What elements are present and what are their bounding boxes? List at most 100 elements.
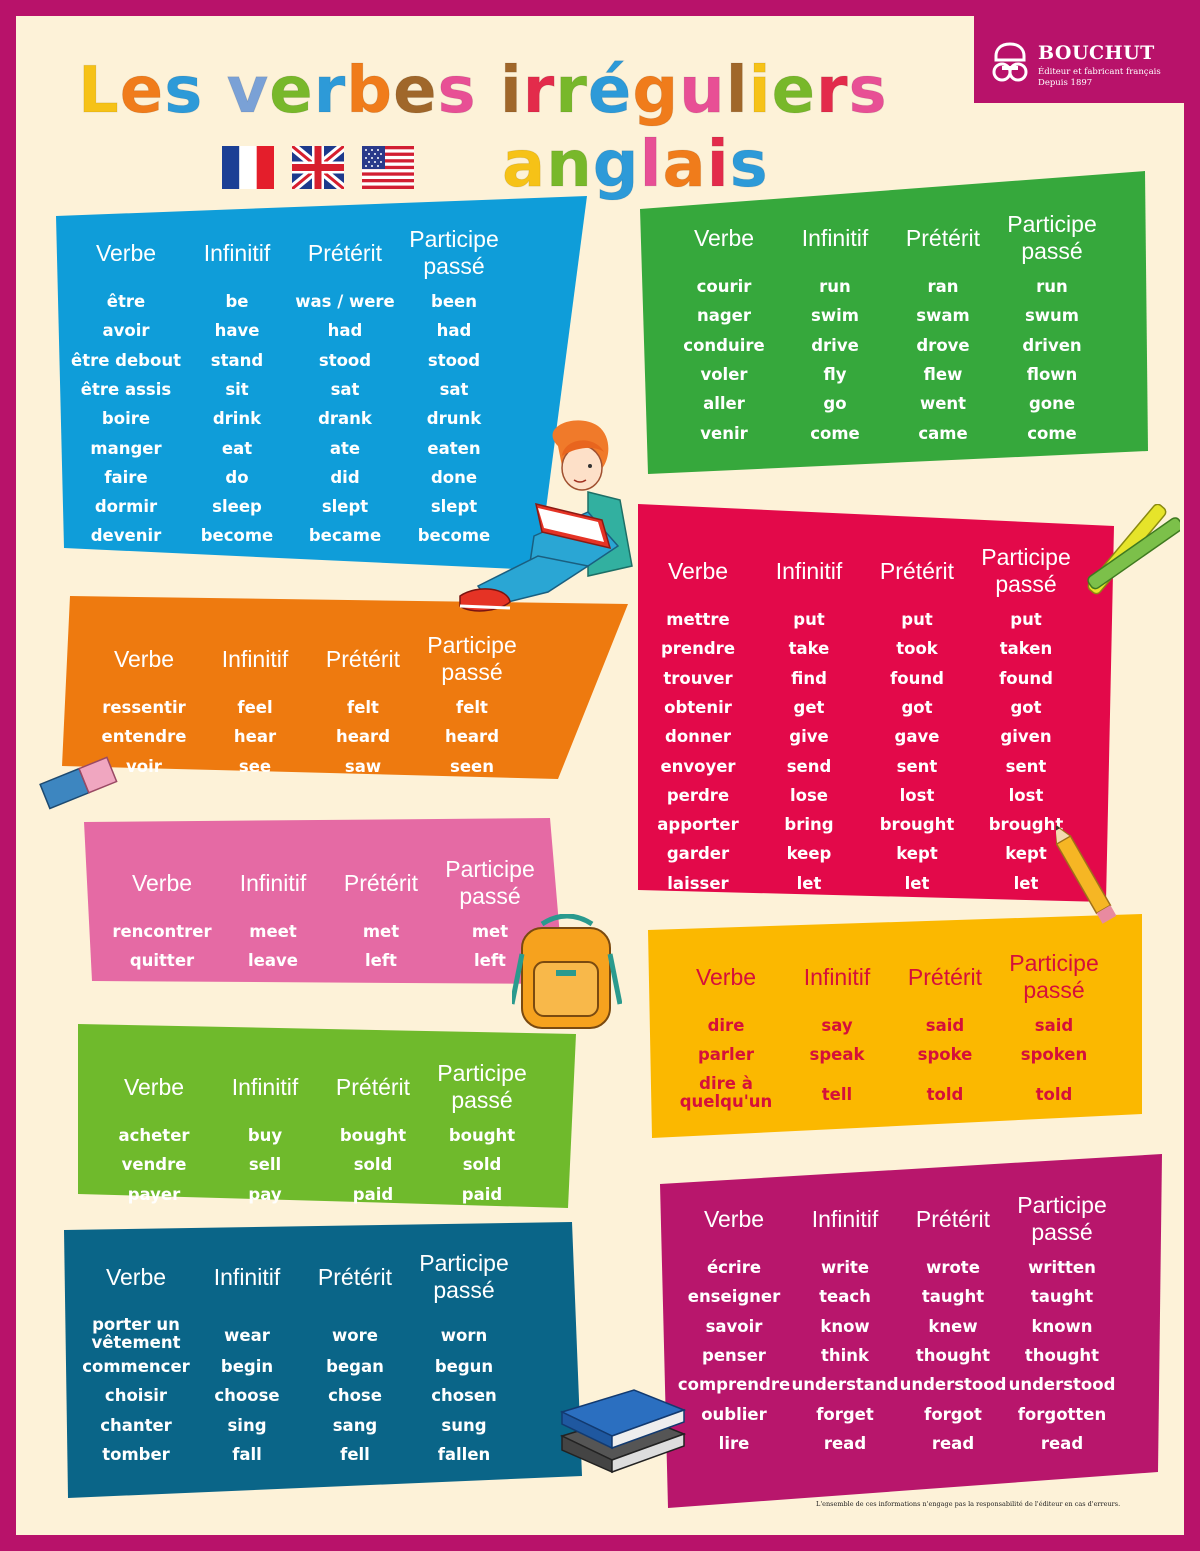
table-cell: vendre xyxy=(121,1155,187,1175)
table-cell: given xyxy=(1000,727,1052,747)
table-cell: come xyxy=(810,423,860,443)
table-cell: give xyxy=(789,727,829,747)
table-cell: wear xyxy=(224,1326,270,1345)
table-cell: paid xyxy=(461,1184,503,1204)
header-participe: Participe passé xyxy=(437,1060,527,1113)
header-verbe: Verbe xyxy=(131,870,193,896)
table-cell: say xyxy=(821,1016,853,1035)
header-participe: Participe passé xyxy=(427,632,517,685)
table-cell: sold xyxy=(353,1155,393,1175)
table-cell: payer xyxy=(127,1184,181,1204)
table-cell: kept xyxy=(896,844,938,864)
table-cell: parler xyxy=(697,1045,755,1065)
disclaimer: L'ensemble de ces informations n'engage … xyxy=(816,1500,1121,1508)
header-participe: Participe passé xyxy=(409,226,499,279)
page-title: Les verbes irréguliers xyxy=(78,50,888,132)
table-cell: read xyxy=(1040,1433,1084,1453)
table-cell: fly xyxy=(823,364,847,384)
table-cell: stand xyxy=(210,350,264,370)
table-cell: écrire xyxy=(706,1258,762,1277)
table-cell: put xyxy=(1010,610,1042,629)
table-cell: avoir xyxy=(102,321,150,341)
table-cell: forgotten xyxy=(1017,1404,1107,1424)
table-cell: taken xyxy=(999,639,1053,659)
table-cell: wore xyxy=(332,1326,378,1345)
table-cell: laisser xyxy=(667,873,729,893)
header-preterit: Prétérit xyxy=(915,1206,991,1232)
table-cell: fall xyxy=(232,1444,262,1464)
table-cell: devenir xyxy=(90,526,162,546)
table-cell: read xyxy=(931,1433,975,1453)
table-cell: been xyxy=(431,292,477,311)
table-cell: slept xyxy=(321,497,369,517)
table-cell: dire xyxy=(707,1016,745,1035)
header-participe: Participe passé xyxy=(981,544,1071,597)
table-cell: stood xyxy=(318,350,372,370)
table-cell: got xyxy=(1010,697,1042,717)
table-cell: forget xyxy=(816,1404,874,1424)
table-cell: was / were xyxy=(295,292,395,311)
table-cell: flew xyxy=(923,364,963,384)
header-verbe: Verbe xyxy=(105,1264,167,1290)
table-cell: said xyxy=(1034,1016,1074,1035)
header-verbe: Verbe xyxy=(123,1074,185,1100)
table-cell: comprendre xyxy=(677,1375,791,1395)
header-participe: Participe passé xyxy=(1017,1192,1107,1245)
table-cell: put xyxy=(901,610,933,629)
table-cell: felt xyxy=(347,698,379,717)
table-cell: forgot xyxy=(924,1404,982,1424)
header-verbe: Verbe xyxy=(113,646,175,672)
poster: BOUCHUT Éditeur et fabricant français De… xyxy=(16,16,1184,1535)
table-cell: do xyxy=(225,467,249,487)
table-cell: lire xyxy=(718,1433,750,1453)
header-infinitif: Infinitif xyxy=(775,558,843,584)
table-cell: oublier xyxy=(701,1404,767,1424)
table-cell: lost xyxy=(899,785,935,805)
header-verbe: Verbe xyxy=(667,558,729,584)
table-cell: had xyxy=(327,321,363,341)
header-verbe: Verbe xyxy=(95,240,157,266)
table-cell: gone xyxy=(1028,394,1076,414)
table-cell: sent xyxy=(896,756,938,776)
table-cell: get xyxy=(793,697,825,717)
header-preterit: Prétérit xyxy=(325,646,401,672)
header-infinitif: Infinitif xyxy=(213,1264,281,1290)
table-cell: bought xyxy=(339,1126,407,1145)
table-cell: let xyxy=(796,873,822,893)
table-cell: apporter xyxy=(657,815,739,835)
table-cell: see xyxy=(238,756,272,776)
header-infinitif: Infinitif xyxy=(803,964,871,990)
table-cell: buy xyxy=(247,1126,283,1145)
table-cell: came xyxy=(918,423,968,443)
table-cell: mettre xyxy=(666,610,730,629)
table-cell: read xyxy=(823,1433,867,1453)
header-preterit: Prétérit xyxy=(905,225,981,251)
table-cell: penser xyxy=(702,1345,766,1365)
table-cell: quitter xyxy=(129,951,195,971)
table-cell: bought xyxy=(448,1126,516,1145)
table-cell: put xyxy=(793,610,825,629)
brand-name: BOUCHUT xyxy=(1038,42,1155,64)
table-cell: begun xyxy=(434,1357,494,1376)
table-cell: had xyxy=(436,321,472,341)
header-preterit: Prétérit xyxy=(317,1264,393,1290)
table-cell: wrote xyxy=(926,1258,980,1277)
header-preterit: Prétérit xyxy=(307,240,383,266)
table-cell: known xyxy=(1031,1316,1093,1336)
table-cell: courir xyxy=(696,277,752,296)
table-cell: let xyxy=(904,873,930,893)
table-cell: run xyxy=(819,277,851,296)
table-cell: venir xyxy=(700,423,748,443)
table-cell: thought xyxy=(1024,1345,1100,1365)
table-cell: brought xyxy=(879,815,955,835)
table-cell: chosen xyxy=(431,1386,497,1406)
table-cell: swam xyxy=(916,306,970,326)
table-cell: enseigner xyxy=(687,1287,781,1307)
table-cell: drank xyxy=(318,409,372,429)
table-cell: sat xyxy=(439,379,469,399)
table-cell: write xyxy=(820,1258,870,1277)
header-verbe: Verbe xyxy=(703,1206,765,1232)
table-cell: began xyxy=(326,1357,384,1376)
table-block-magenta: Verbe Infinitif Prétérit Participe passé écr… xyxy=(660,1154,1162,1508)
eraser-icon xyxy=(39,756,118,810)
